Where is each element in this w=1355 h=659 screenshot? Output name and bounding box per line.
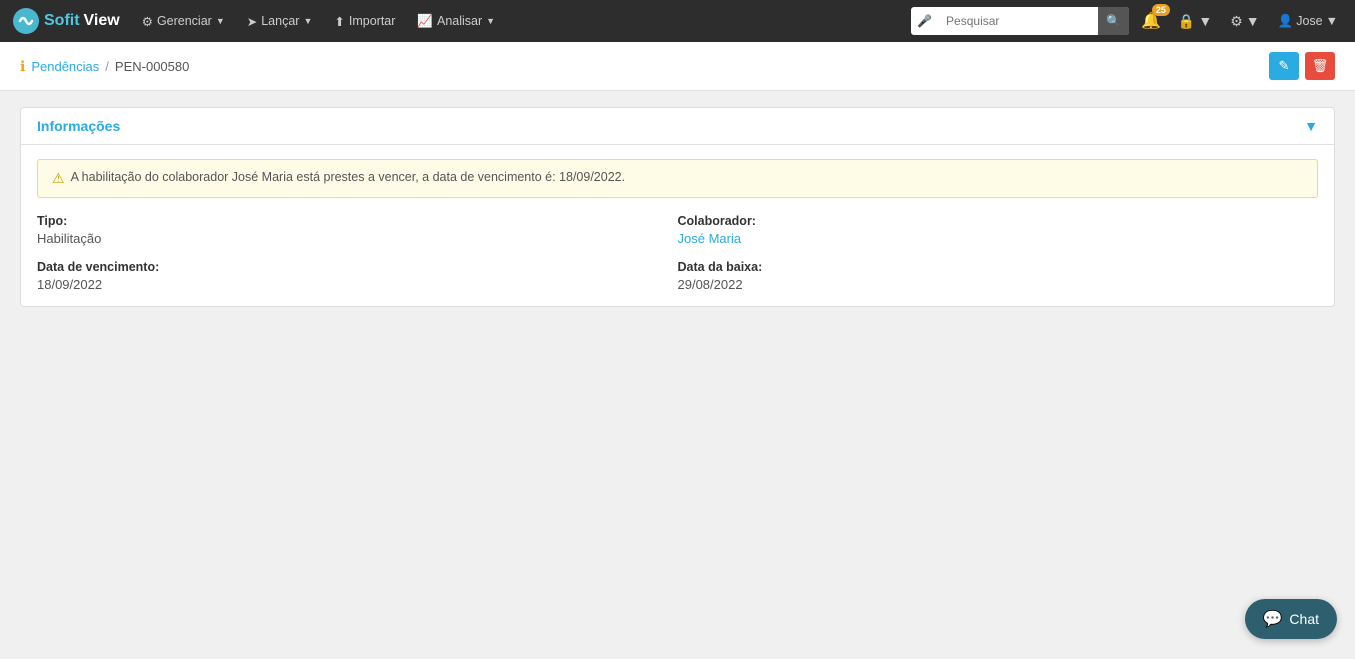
warning-icon: ⚠ xyxy=(52,170,65,187)
user-menu[interactable]: 👤 Jose ▼ xyxy=(1273,12,1343,31)
upload-icon: ⬆ xyxy=(334,14,344,29)
chevron-down-icon: ▼ xyxy=(1198,13,1212,29)
field-colaborador: Colaborador: José Maria xyxy=(678,214,1319,246)
alert-message: A habilitação do colaborador José Maria … xyxy=(71,170,626,184)
card-title: Informações xyxy=(37,118,120,134)
navbar: SofitView ⚙ Gerenciar ▼ ➤ Lançar ▼ ⬆ Imp… xyxy=(0,0,1355,42)
nav-gerenciar[interactable]: ⚙ Gerenciar ▼ xyxy=(134,10,233,33)
data-baixa-label: Data da baixa: xyxy=(678,260,1319,274)
info-icon: ℹ xyxy=(20,58,25,75)
card-header: Informações ▼ xyxy=(21,108,1334,145)
chevron-down-icon: ▼ xyxy=(1326,14,1338,28)
brand-sofit: Sofit xyxy=(44,12,80,30)
nav-importar-label: Importar xyxy=(349,14,396,28)
tipo-value: Habilitação xyxy=(37,231,101,246)
info-card: Informações ▼ ⚠ A habilitação do colabor… xyxy=(20,107,1335,307)
field-data-baixa: Data da baixa: 29/08/2022 xyxy=(678,260,1319,292)
breadcrumb-parent-link[interactable]: Pendências xyxy=(31,59,99,74)
colaborador-label: Colaborador: xyxy=(678,214,1319,228)
breadcrumb-bar: ℹ Pendências / PEN-000580 ✎ 🗑 xyxy=(0,42,1355,91)
lock-button[interactable]: 🔒 ▼ xyxy=(1173,11,1217,32)
field-data-vencimento: Data de vencimento: 18/09/2022 xyxy=(37,260,678,292)
chat-icon: 💬 xyxy=(1263,609,1283,629)
chat-button[interactable]: 💬 Chat xyxy=(1245,599,1338,639)
main-content: Informações ▼ ⚠ A habilitação do colabor… xyxy=(0,91,1355,659)
nav-lancar[interactable]: ➤ Lançar ▼ xyxy=(239,10,321,33)
gear-icon: ⚙ xyxy=(142,14,153,29)
breadcrumb: ℹ Pendências / PEN-000580 xyxy=(20,58,189,75)
card-body: ⚠ A habilitação do colaborador José Mari… xyxy=(21,145,1334,306)
field-tipo: Tipo: Habilitação xyxy=(37,214,678,246)
data-baixa-value: 29/08/2022 xyxy=(678,277,743,292)
chart-icon: 📈 xyxy=(417,14,433,29)
nav-gerenciar-label: Gerenciar xyxy=(157,14,212,28)
tipo-label: Tipo: xyxy=(37,214,678,228)
data-vencimento-label: Data de vencimento: xyxy=(37,260,678,274)
chevron-down-icon: ▼ xyxy=(303,16,312,26)
search-input[interactable] xyxy=(938,7,1098,35)
user-name: Jose xyxy=(1296,14,1322,28)
breadcrumb-separator: / xyxy=(105,59,109,74)
search-button[interactable]: 🔍 xyxy=(1098,7,1129,35)
collapse-icon[interactable]: ▼ xyxy=(1304,118,1318,134)
microphone-icon: 🎤 xyxy=(911,14,938,28)
navbar-right: 🎤 🔍 🔔 25 🔒 ▼ ⚙ ▼ 👤 Jose ▼ xyxy=(911,7,1343,35)
notifications-badge: 25 xyxy=(1152,4,1170,16)
send-icon: ➤ xyxy=(247,14,257,29)
brand-logo-icon xyxy=(12,7,40,35)
nav-analisar[interactable]: 📈 Analisar ▼ xyxy=(409,10,503,33)
data-vencimento-value: 18/09/2022 xyxy=(37,277,102,292)
notifications-button[interactable]: 🔔 25 xyxy=(1137,9,1165,33)
brand: SofitView xyxy=(12,7,120,35)
chat-label: Chat xyxy=(1289,611,1319,627)
alert-warning: ⚠ A habilitação do colaborador José Mari… xyxy=(37,159,1318,198)
brand-view: View xyxy=(84,12,120,30)
colaborador-link[interactable]: José Maria xyxy=(678,231,742,246)
edit-button[interactable]: ✎ xyxy=(1269,52,1299,80)
delete-button[interactable]: 🗑 xyxy=(1305,52,1335,80)
chevron-down-icon: ▼ xyxy=(216,16,225,26)
search-box: 🎤 🔍 xyxy=(911,7,1129,35)
nav-importar[interactable]: ⬆ Importar xyxy=(326,10,403,33)
nav-lancar-label: Lançar xyxy=(261,14,299,28)
breadcrumb-current: PEN-000580 xyxy=(115,59,189,74)
breadcrumb-actions: ✎ 🗑 xyxy=(1269,52,1335,80)
settings-button[interactable]: ⚙ ▼ xyxy=(1225,11,1264,32)
chevron-down-icon: ▼ xyxy=(1246,13,1260,29)
nav-analisar-label: Analisar xyxy=(437,14,482,28)
chevron-down-icon: ▼ xyxy=(486,16,495,26)
info-grid: Tipo: Habilitação Colaborador: José Mari… xyxy=(37,214,1318,292)
